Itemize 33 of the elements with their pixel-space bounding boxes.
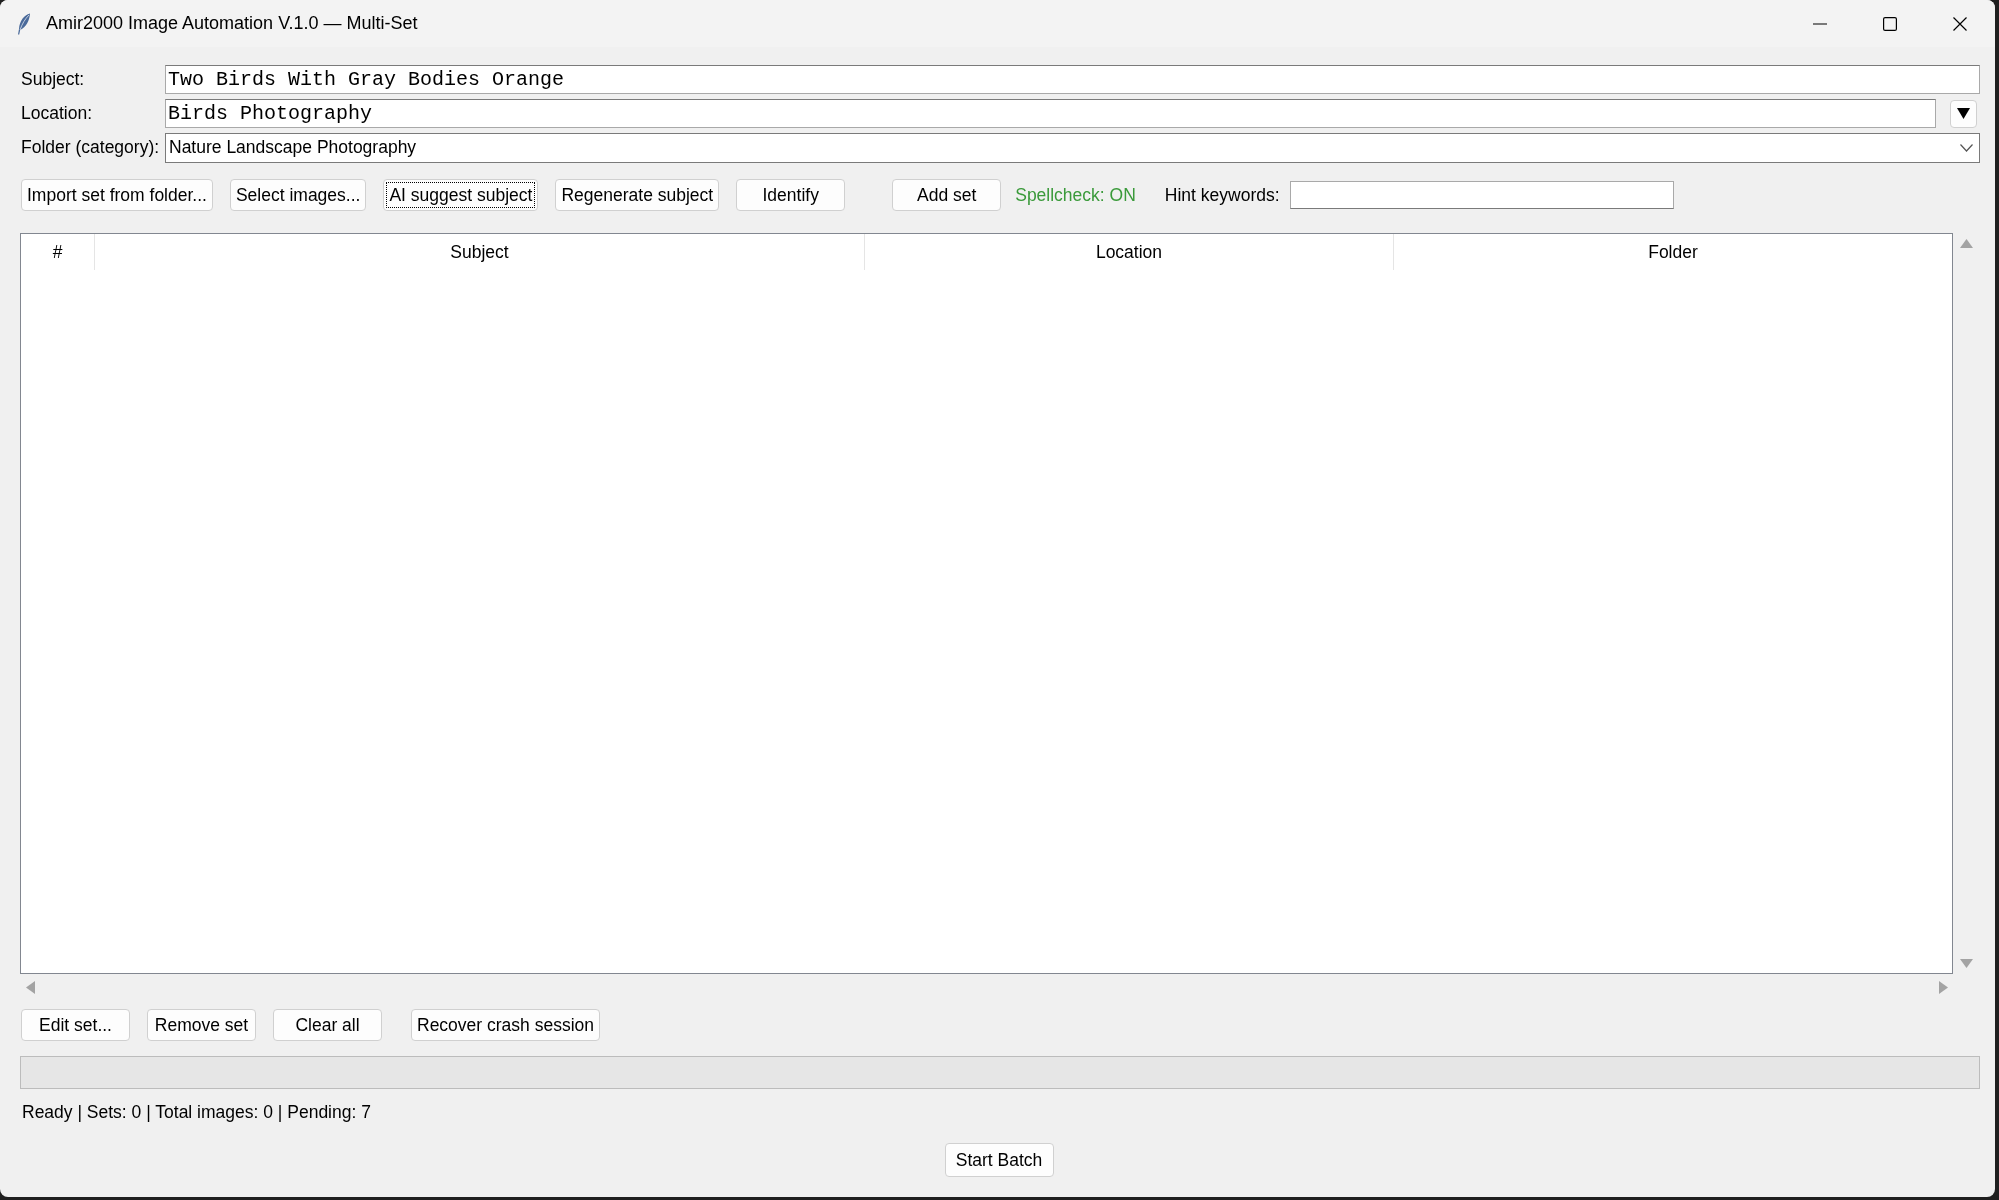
scroll-up-icon[interactable] — [1960, 239, 1973, 248]
folder-combobox[interactable]: Nature Landscape Photography — [165, 132, 1980, 163]
toolbar-button[interactable]: Import set from folder... — [21, 179, 213, 211]
toolbar-button[interactable]: AI suggest subject — [383, 179, 539, 211]
toolbar-button[interactable]: Regenerate subject — [555, 179, 720, 211]
maximize-icon — [1883, 16, 1897, 31]
toolbar-button[interactable]: Identify — [736, 179, 846, 211]
status-text: Ready | Sets: 0 | Total images: 0 | Pending: 7 — [22, 1102, 371, 1122]
scroll-right-icon[interactable] — [1939, 981, 1948, 994]
field-label: Location: — [20, 103, 94, 124]
toolbar-button[interactable]: Add set — [892, 179, 1002, 211]
hint-keywords-field[interactable] — [1289, 181, 1674, 209]
hint-keywords-label: Hint keywords: — [1164, 184, 1280, 206]
action-button[interactable]: Edit set... — [21, 1009, 130, 1041]
spellcheck-status: Spellcheck: ON — [1015, 184, 1136, 206]
minimize-icon — [1813, 22, 1827, 25]
action-button[interactable]: Recover crash session — [411, 1009, 601, 1041]
field-label: Subject: — [20, 69, 86, 90]
action-button[interactable]: Remove set — [147, 1009, 256, 1041]
feather-icon — [17, 12, 31, 35]
chevron-down-icon — [1960, 143, 1973, 152]
caret-down-icon — [1957, 108, 1970, 119]
scroll-down-icon[interactable] — [1960, 959, 1973, 968]
window-title: Amir2000 Image Automation V.1.0 — Multi-Set — [46, 13, 419, 34]
start-batch-button[interactable]: Start Batch — [944, 1143, 1054, 1177]
scroll-left-icon[interactable] — [26, 981, 35, 994]
subject-field[interactable]: Two Birds With Gray Bodies Orange — [165, 65, 1980, 94]
location-field[interactable]: Birds Photography — [165, 99, 1936, 128]
dropdown-button[interactable] — [1950, 99, 1977, 128]
field-label: Folder (category): — [20, 137, 161, 158]
action-button[interactable]: Clear all — [273, 1009, 382, 1041]
close-icon — [1953, 16, 1967, 31]
toolbar-button[interactable]: Select images... — [229, 179, 367, 211]
